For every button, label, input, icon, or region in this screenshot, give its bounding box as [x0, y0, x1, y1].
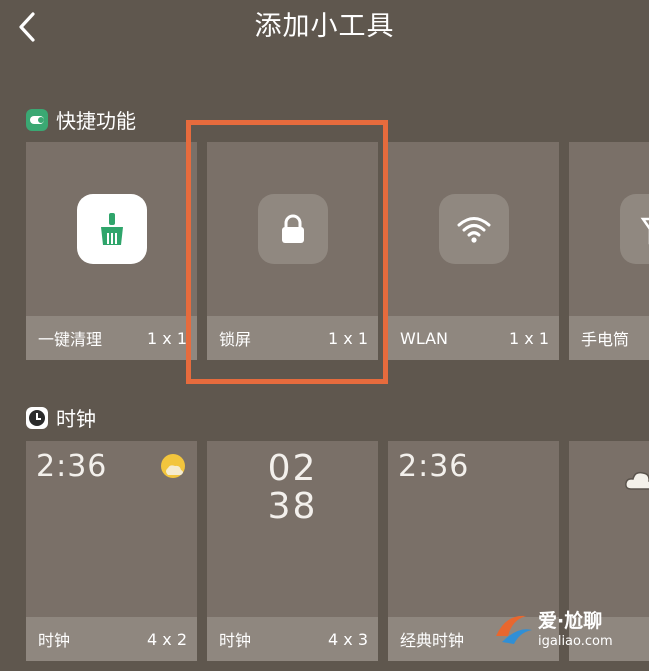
lock-icon	[258, 194, 328, 264]
widget-card-flashlight[interactable]: 手电筒	[569, 142, 649, 360]
card-footer: WLAN 1 x 1	[388, 316, 559, 360]
clock-time: 2:36	[398, 449, 470, 484]
wifi-icon	[439, 194, 509, 264]
card-label: 时钟	[38, 631, 71, 650]
section-header-clock: 时钟	[26, 403, 96, 432]
widget-card-clock-4x3[interactable]: 02 38 时钟 4 x 3	[207, 441, 378, 661]
cloud-icon	[625, 471, 649, 490]
card-label: 时钟	[219, 631, 252, 650]
card-size: 4 x 2	[147, 629, 187, 649]
card-size: 1 x 1	[328, 328, 368, 348]
sun-icon	[161, 454, 185, 478]
widget-card-wlan[interactable]: WLAN 1 x 1	[388, 142, 559, 360]
card-footer: 时钟 4 x 3	[207, 617, 378, 661]
flashlight-icon	[620, 194, 649, 264]
clock-hour: 02	[267, 448, 318, 489]
clock-minute: 38	[267, 486, 318, 527]
clock-time: 2:36	[36, 449, 108, 484]
card-size: 1 x 1	[509, 328, 549, 348]
section-title: 快捷功能	[56, 109, 136, 133]
clock-icon	[26, 406, 48, 429]
watermark-name: 爱·尬聊	[538, 610, 603, 632]
card-footer: 手电筒	[569, 316, 649, 360]
watermark-site: igaliao.com	[538, 634, 613, 649]
card-footer: 锁屏 1 x 1	[207, 316, 378, 360]
card-footer: 一键清理 1 x 1	[26, 316, 197, 360]
widget-card-cleanup[interactable]: 一键清理 1 x 1	[26, 142, 197, 360]
section-title: 时钟	[56, 407, 96, 431]
broom-icon	[77, 194, 147, 264]
card-label: 一键清理	[38, 330, 103, 349]
swoosh-logo-icon	[496, 615, 532, 644]
card-label: 经典时钟	[400, 631, 465, 650]
widget-card-clock-4x2[interactable]: 2:36 时钟 4 x 2	[26, 441, 197, 661]
card-label: WLAN	[400, 328, 449, 348]
page-title: 添加小工具	[254, 11, 395, 42]
card-size: 4 x 3	[328, 629, 368, 649]
section-header-shortcuts: 快捷功能	[26, 105, 136, 134]
card-size: 1 x 1	[147, 328, 187, 348]
widget-card-lock-screen[interactable]: 锁屏 1 x 1	[207, 142, 378, 360]
card-label: 手电筒	[581, 330, 630, 349]
toggle-icon	[26, 108, 48, 131]
card-footer: 时钟 4 x 2	[26, 617, 197, 661]
watermark: 爱·尬聊 igaliao.com	[492, 600, 649, 662]
card-label: 锁屏	[219, 330, 252, 349]
